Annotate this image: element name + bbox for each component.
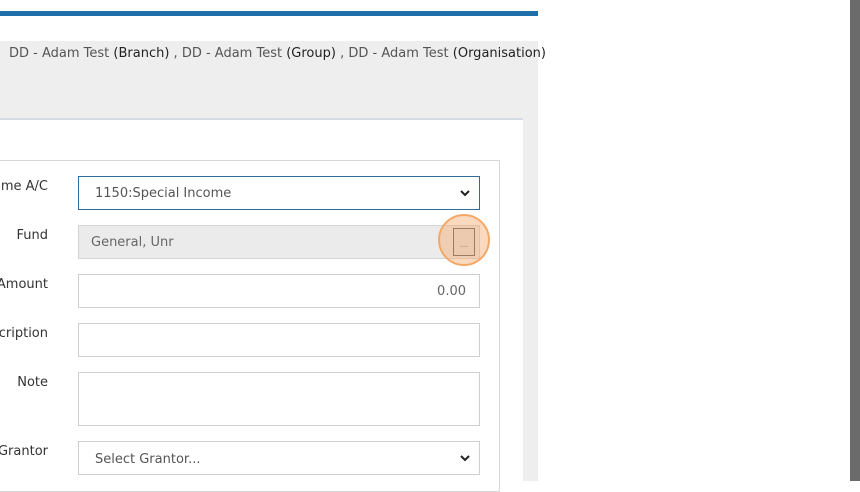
context-branch-type: (Branch) [113,46,170,61]
fund-value: General, Unr [91,235,174,250]
income-ac-select[interactable]: 1150:Special Income [78,176,480,210]
fund-field: General, Unr [78,225,480,259]
note-textarea[interactable] [78,372,480,426]
description-input[interactable] [78,323,480,357]
fund-label: Fund [16,228,49,243]
context-breadcrumb: DD - Adam Test (Branch) , DD - Adam Test… [9,46,546,61]
context-organisation-type: (Organisation) [452,46,546,61]
grantor-placeholder: Select Grantor... [95,452,201,467]
amount-label: Amount [0,277,48,292]
income-ac-value: 1150:Special Income [95,186,232,201]
context-group-name: DD - Adam Test [181,46,283,61]
context-group-type: (Group) [286,46,336,61]
income-ac-label: Income A/C [0,179,48,194]
amount-value: 0.00 [437,284,466,299]
fund-lookup-button[interactable]: ... [453,228,475,256]
grantor-label: Grantor [0,444,48,459]
scrollbar[interactable] [850,0,860,481]
description-label: Description [0,326,48,341]
top-accent-bar [0,11,538,16]
chevron-down-icon [460,455,470,462]
context-branch-name: DD - Adam Test [9,46,110,61]
context-organisation-name: DD - Adam Test [348,46,449,61]
amount-input[interactable]: 0.00 [78,274,480,308]
chevron-down-icon [460,190,470,197]
grantor-select[interactable]: Select Grantor... [78,441,480,475]
note-label: Note [17,375,48,390]
